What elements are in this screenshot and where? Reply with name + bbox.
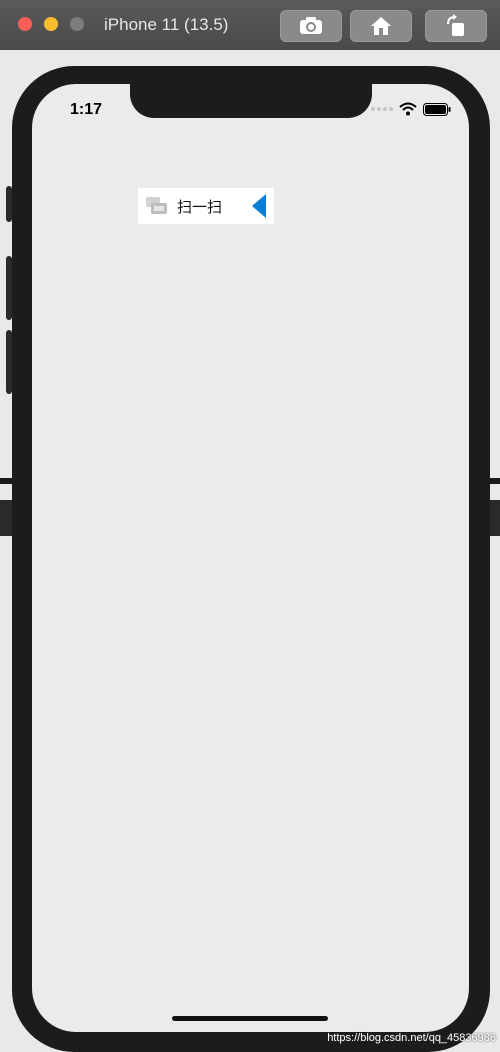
volume-down-button[interactable] (6, 330, 12, 394)
scan-popup[interactable]: 扫一扫 (138, 188, 274, 224)
arrow-left-icon (252, 194, 266, 218)
screenshot-button[interactable] (280, 10, 342, 42)
status-indicators (371, 102, 451, 116)
simulator-titlebar: iPhone 11 (13.5) (0, 0, 500, 51)
wifi-icon (399, 102, 417, 116)
mute-switch[interactable] (6, 186, 12, 222)
scan-icon (145, 195, 169, 217)
iphone-device-frame: 1:17 扫一扫 (6, 66, 490, 1052)
simulator-title: iPhone 11 (13.5) (104, 15, 229, 34)
status-time: 1:17 (70, 101, 103, 118)
close-window-button[interactable] (18, 17, 32, 31)
home-indicator[interactable] (172, 1016, 328, 1021)
zoom-window-button[interactable] (70, 17, 84, 31)
battery-icon (423, 102, 451, 116)
watermark: https://blog.csdn.net/qq_45836986 (327, 1032, 496, 1044)
scan-label: 扫一扫 (177, 198, 223, 216)
notch (130, 84, 372, 118)
rotate-button[interactable] (425, 10, 487, 42)
cellular-signal-icon (371, 107, 393, 111)
home-button[interactable] (350, 10, 412, 42)
rotate-icon (447, 14, 464, 36)
minimize-window-button[interactable] (44, 17, 58, 31)
screenshot-icon (300, 17, 322, 34)
device-screen: 1:17 扫一扫 (32, 84, 469, 1032)
volume-up-button[interactable] (6, 256, 12, 320)
home-icon (371, 17, 391, 35)
